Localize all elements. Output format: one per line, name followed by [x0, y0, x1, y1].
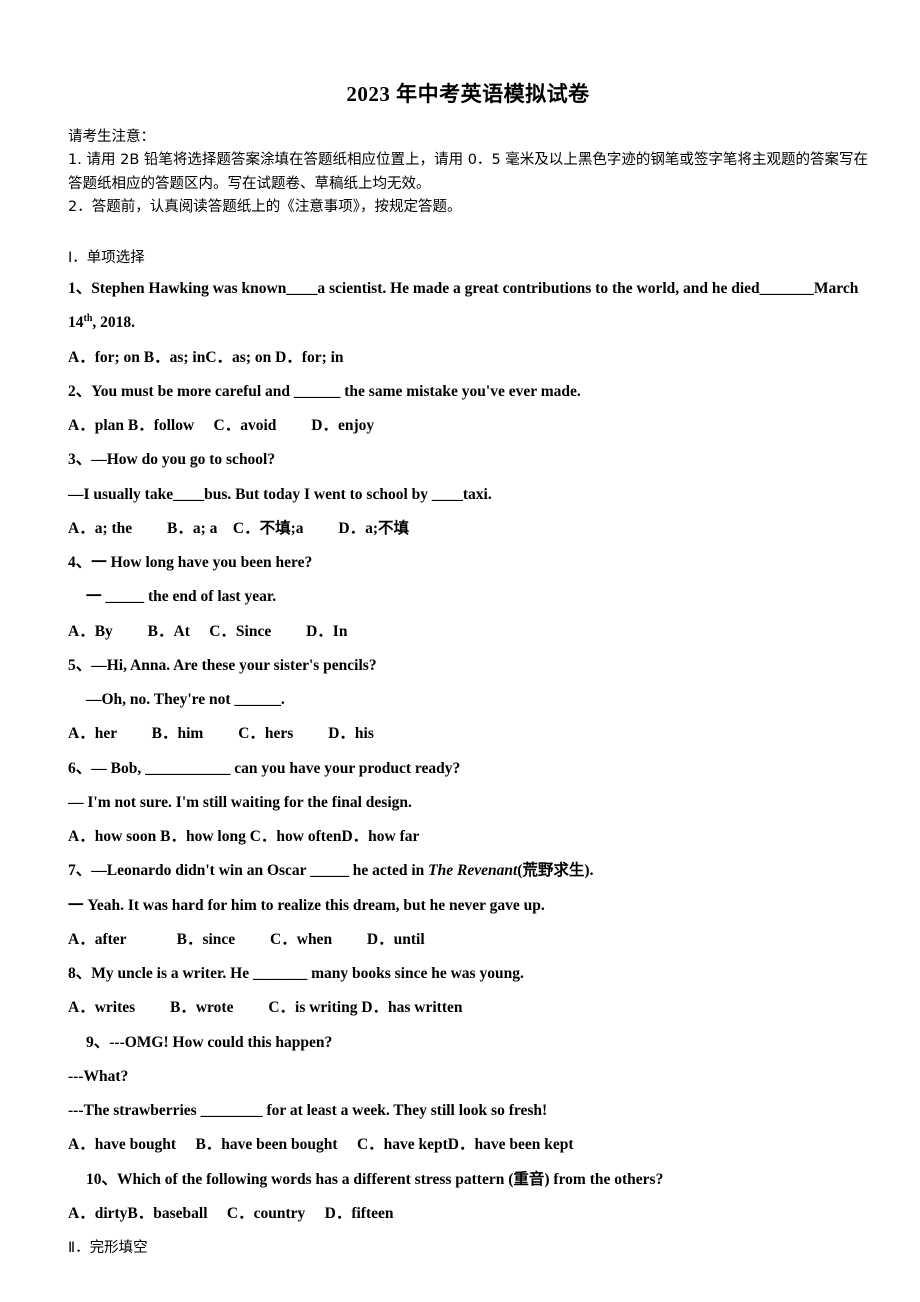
- question-8-options: A．writes B．wrote C．is writing D．has writ…: [68, 999, 463, 1017]
- notice-line-2: 2．答题前，认真阅读答题纸上的《注意事项》，按规定答题。: [68, 199, 462, 216]
- question-5-stem-cont: —Oh, no. They're not ______.: [86, 691, 285, 709]
- question-8-stem: 8、My uncle is a writer. He _______ many …: [68, 965, 524, 983]
- notice-block: 请考生注意： 1. 请用 2B 铅笔将选择题答案涂填在答题纸相应位置上，请用 0…: [68, 126, 868, 220]
- question-3-options: A．a; the B．a; a C．不填;a D．a;不填: [68, 519, 409, 537]
- section-heading-two: Ⅱ．完形填空: [68, 1240, 148, 1257]
- question-4-stem: 4、一 How long have you been here?: [68, 554, 313, 572]
- question-3-stem-cont: —I usually take____bus. But today I went…: [68, 485, 492, 503]
- question-9-stem-cont-2: ---The strawberries ________ for at leas…: [68, 1102, 548, 1120]
- question-4-stem-cont: 一 _____ the end of last year.: [86, 588, 277, 606]
- question-1-stem: 1、Stephen Hawking was known____a scienti…: [68, 277, 868, 300]
- question-1-date-tail: , 2018.: [92, 314, 136, 332]
- question-6-stem-cont: — I'm not sure. I'm still waiting for th…: [68, 793, 412, 811]
- section-heading-one: Ⅰ．单项选择: [68, 249, 145, 266]
- question-9-options: A．have bought B．have been bought C．have …: [68, 1136, 574, 1154]
- question-7-stem-text: 7、—Leonardo didn't win an Oscar _____ he…: [68, 862, 429, 880]
- exam-page: 2023 年中考英语模拟试卷 请考生注意： 1. 请用 2B 铅笔将选择题答案涂…: [0, 0, 920, 1302]
- question-6-stem: 6、— Bob, ___________ can you have your p…: [68, 759, 461, 777]
- question-1-stem-cont: 14th, 2018.: [68, 311, 868, 334]
- question-7-options: A．after B．since C．when D．until: [68, 930, 425, 948]
- notice-heading: 请考生注意：: [68, 129, 155, 145]
- question-7-stem: 7、—Leonardo didn't win an Oscar _____ he…: [68, 859, 868, 882]
- question-1-stem-text: 1、Stephen Hawking was known____a scienti…: [68, 279, 859, 297]
- question-1-options: A．for; on B．as; inC．as; on D．for; in: [68, 348, 344, 366]
- question-9-stem-cont-1: ---What?: [68, 1067, 129, 1085]
- page-content: 2023 年中考英语模拟试卷 请考生注意： 1. 请用 2B 铅笔将选择题答案涂…: [0, 0, 920, 1287]
- question-1-date: 14: [68, 314, 84, 332]
- question-7-stem-cont: 一 Yeah. It was hard for him to realize t…: [68, 896, 545, 914]
- question-3-stem: 3、—How do you go to school?: [68, 451, 276, 469]
- question-10-stem: 10、Which of the following words has a di…: [86, 1170, 664, 1188]
- notice-line-1: 1. 请用 2B 铅笔将选择题答案涂填在答题纸相应位置上，请用 0．5 毫米及以…: [68, 152, 868, 192]
- question-7-title-italic: The Revenant: [428, 862, 518, 880]
- question-5-options: A．her B．him C．hers D．his: [68, 725, 374, 743]
- question-9-stem: 9、---OMG! How could this happen?: [86, 1033, 333, 1051]
- question-7-stem-tail: (荒野求生).: [517, 862, 594, 880]
- question-4-options: A．By B．At C．Since D．In: [68, 622, 348, 640]
- page-title: 2023 年中考英语模拟试卷: [346, 82, 590, 106]
- question-2-stem: 2、You must be more careful and ______ th…: [68, 382, 581, 400]
- question-10-options: A．dirtyB．baseball C．country D．fifteen: [68, 1204, 394, 1222]
- question-5-stem: 5、—Hi, Anna. Are these your sister's pen…: [68, 656, 377, 674]
- question-6-options: A．how soon B．how long C．how oftenD．how f…: [68, 828, 420, 846]
- question-2-options: A．plan B．follow C．avoid D．enjoy: [68, 417, 375, 435]
